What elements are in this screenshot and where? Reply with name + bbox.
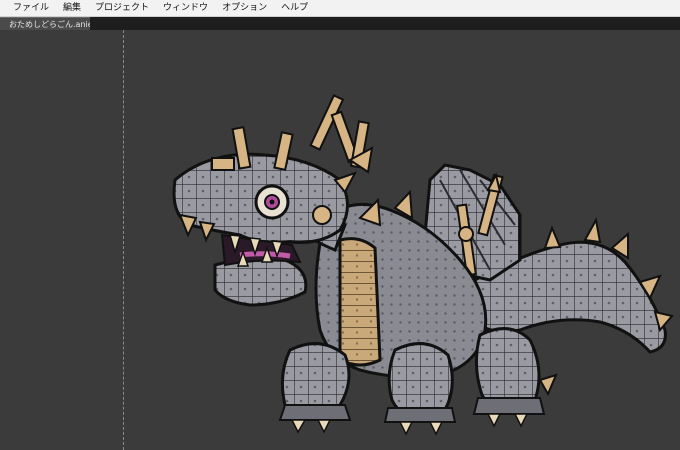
menu-help[interactable]: ヘルプ	[274, 0, 315, 17]
menu-file[interactable]: ファイル	[6, 0, 56, 17]
menu-edit[interactable]: 編集	[56, 0, 88, 17]
menu-window[interactable]: ウィンドウ	[156, 0, 215, 17]
menu-options[interactable]: オプション	[215, 0, 274, 17]
mecha-dragon-sprite[interactable]	[0, 30, 680, 450]
menu-bar: ファイル 編集 プロジェクト ウィンドウ オプション ヘルプ	[0, 0, 680, 17]
dragon-hind-leg	[472, 327, 558, 428]
dragon-front-leg	[278, 342, 352, 434]
dragon-middle-leg	[383, 342, 457, 436]
document-tab-active[interactable]: おためしどらごん.anie	[0, 17, 90, 30]
menu-project[interactable]: プロジェクト	[88, 0, 156, 17]
editor-canvas[interactable]	[0, 30, 680, 450]
document-tab-strip: おためしどらごん.anie	[0, 17, 680, 30]
